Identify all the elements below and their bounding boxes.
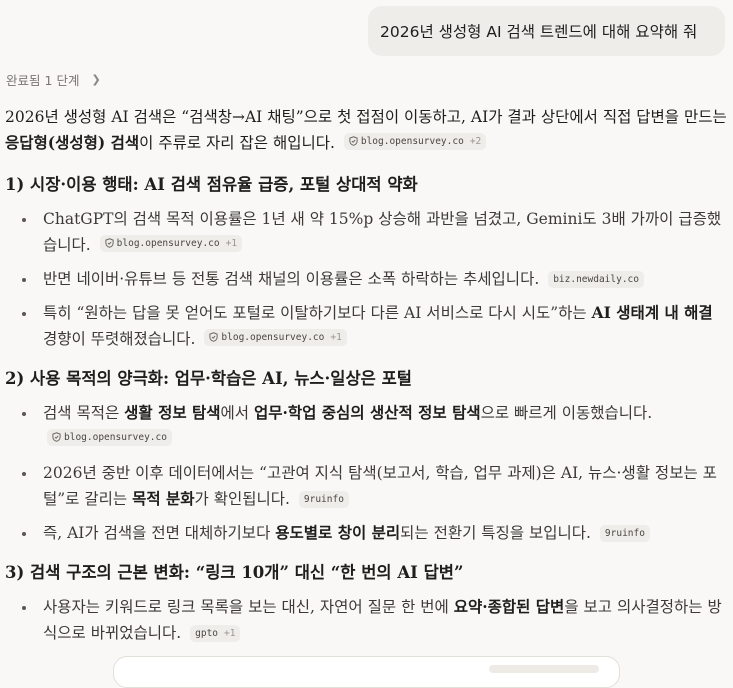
source-chip-label: blog.opensurvey.co <box>64 431 167 443</box>
list-item: 특히 “원하는 답을 못 얻어도 포털로 이탈하기보다 다른 AI 서비스로 다… <box>5 300 727 352</box>
bullet-text: 검색 목적은 <box>43 404 125 422</box>
source-chip[interactable]: gpto +1 <box>190 625 241 642</box>
source-chip-label: blog.opensurvey.co <box>221 331 325 343</box>
intro-paragraph: 2026년 생성형 AI 검색은 “검색창→AI 채팅”으로 첫 접점이 이동하… <box>5 104 727 156</box>
source-chip-label: blog.opensurvey.co <box>116 237 220 249</box>
chevron-right-icon: ❯ <box>91 72 101 86</box>
source-chip-label: biz.newdaily.co <box>553 274 639 285</box>
bullet-text: 반면 네이버·유튜브 등 전통 검색 채널의 이용률은 소폭 하락하는 추세입니… <box>43 270 540 288</box>
source-chip[interactable]: biz.newdaily.co <box>548 271 644 288</box>
shield-icon <box>209 332 219 342</box>
status-label: 완료됨 <box>6 72 41 88</box>
bullet-text: 사용자는 키워드로 링크 목록을 보는 대신, 자연어 질문 한 번에 <box>43 598 454 616</box>
bullet-text: 경향이 뚜렷해졌습니다. <box>43 330 196 348</box>
bullet-bold: 업무·학업 중심의 생산적 정보 탐색 <box>253 403 481 422</box>
section-heading: 3) 검색 구조의 근본 변화: “링크 10개” 대신 “한 번의 AI 답변… <box>5 563 464 582</box>
source-chip-label: 9ruinfo <box>303 494 344 505</box>
source-chip-more: +1 <box>224 628 236 639</box>
steps-toggle[interactable]: 완료됨 1 단계 ❯ <box>6 70 101 88</box>
list-item: 2026년 중반 이후 데이터에서는 “고관여 지식 탐색(보고서, 학습, 업… <box>5 460 727 512</box>
bullet-text: 특히 “원하는 답을 못 얻어도 포털로 이탈하기보다 다른 AI 서비스로 다… <box>43 304 592 322</box>
section-heading: 1) 시장·이용 행태: AI 검색 점유율 급증, 포털 상대적 약화 <box>5 175 418 194</box>
source-chip[interactable]: 9ruinfo <box>599 525 650 542</box>
list-item: 즉, AI가 검색을 전면 대체하기보다 용도별로 창이 분리되는 전환기 특징… <box>5 520 727 546</box>
bullet-text: 가 확인됩니다. <box>194 490 290 508</box>
source-chip[interactable]: blog.opensurvey.co +2 <box>343 132 487 150</box>
bullet-text: 즉, AI가 검색을 전면 대체하기보다 <box>43 524 276 542</box>
section-heading: 2) 사용 목적의 양극화: 업무·학습은 AI, 뉴스·일상은 포털 <box>5 369 412 388</box>
input-placeholder-bar <box>489 665 599 673</box>
source-chip-more: +1 <box>330 331 342 343</box>
source-chip-more: +2 <box>469 135 482 147</box>
section-3: 3) 검색 구조의 근본 변화: “링크 10개” 대신 “한 번의 AI 답변… <box>5 560 727 646</box>
list-item: 검색 목적은 생활 정보 탐색에서 업무·학업 중심의 생산적 정보 탐색으로 … <box>5 400 727 452</box>
source-chip-label: blog.opensurvey.co <box>360 135 464 147</box>
shield-icon <box>52 432 61 442</box>
list-item: 반면 네이버·유튜브 등 전통 검색 채널의 이용률은 소폭 하락하는 추세입니… <box>5 266 727 292</box>
user-message-text: 2026년 생성형 AI 검색 트렌드에 대해 요약해 줘 <box>380 23 698 41</box>
section-2: 2) 사용 목적의 양극화: 업무·학습은 AI, 뉴스·일상은 포털 검색 목… <box>5 366 727 546</box>
source-chip[interactable]: blog.opensurvey.co +1 <box>204 328 347 346</box>
bullet-bold: 생활 정보 탐색 <box>124 403 221 422</box>
assistant-answer: 2026년 생성형 AI 검색은 “검색창→AI 채팅”으로 첫 접점이 이동하… <box>5 104 727 646</box>
shield-icon <box>349 136 358 146</box>
bullet-text: 되는 전환기 특징을 보입니다. <box>400 524 591 542</box>
list-item: 사용자는 키워드로 링크 목록을 보는 대신, 자연어 질문 한 번에 요약·종… <box>5 594 727 646</box>
source-chip[interactable]: blog.opensurvey.co +1 <box>99 234 243 252</box>
bullet-bold: 용도별로 창이 분리 <box>275 523 401 542</box>
bullet-bold: 목적 분화 <box>132 489 195 508</box>
source-chip[interactable]: 9ruinfo <box>298 491 349 508</box>
source-chip-more: +1 <box>225 237 238 249</box>
bullet-bold: AI 생태계 내 해결 <box>591 303 713 322</box>
intro-text-2: 이 주류로 자리 잡은 해입니다. <box>139 134 335 152</box>
source-chip[interactable]: blog.opensurvey.co <box>47 428 172 446</box>
intro-text-1: 2026년 생성형 AI 검색은 “검색창→AI 채팅”으로 첫 접점이 이동하… <box>5 108 727 126</box>
status-steps: 1 단계 <box>44 72 80 88</box>
message-input-box[interactable] <box>113 656 620 688</box>
bullet-bold: 요약·종합된 답변 <box>453 597 565 616</box>
user-message-bubble: 2026년 생성형 AI 검색 트렌드에 대해 요약해 줘 <box>368 6 725 56</box>
bullet-text: 에서 <box>220 404 254 422</box>
list-item: ChatGPT의 검색 목적 이용률은 1년 새 약 15%p 상승해 과반을 … <box>5 206 727 258</box>
section-1: 1) 시장·이용 행태: AI 검색 점유율 급증, 포털 상대적 약화 Cha… <box>5 172 727 352</box>
intro-bold-1: 응답형(생성형) 검색 <box>5 133 140 152</box>
shield-icon <box>105 238 114 248</box>
source-chip-label: 9ruinfo <box>604 528 645 539</box>
bullet-text: 으로 빠르게 이동했습니다. <box>480 404 653 422</box>
source-chip-label: gpto <box>195 628 219 639</box>
